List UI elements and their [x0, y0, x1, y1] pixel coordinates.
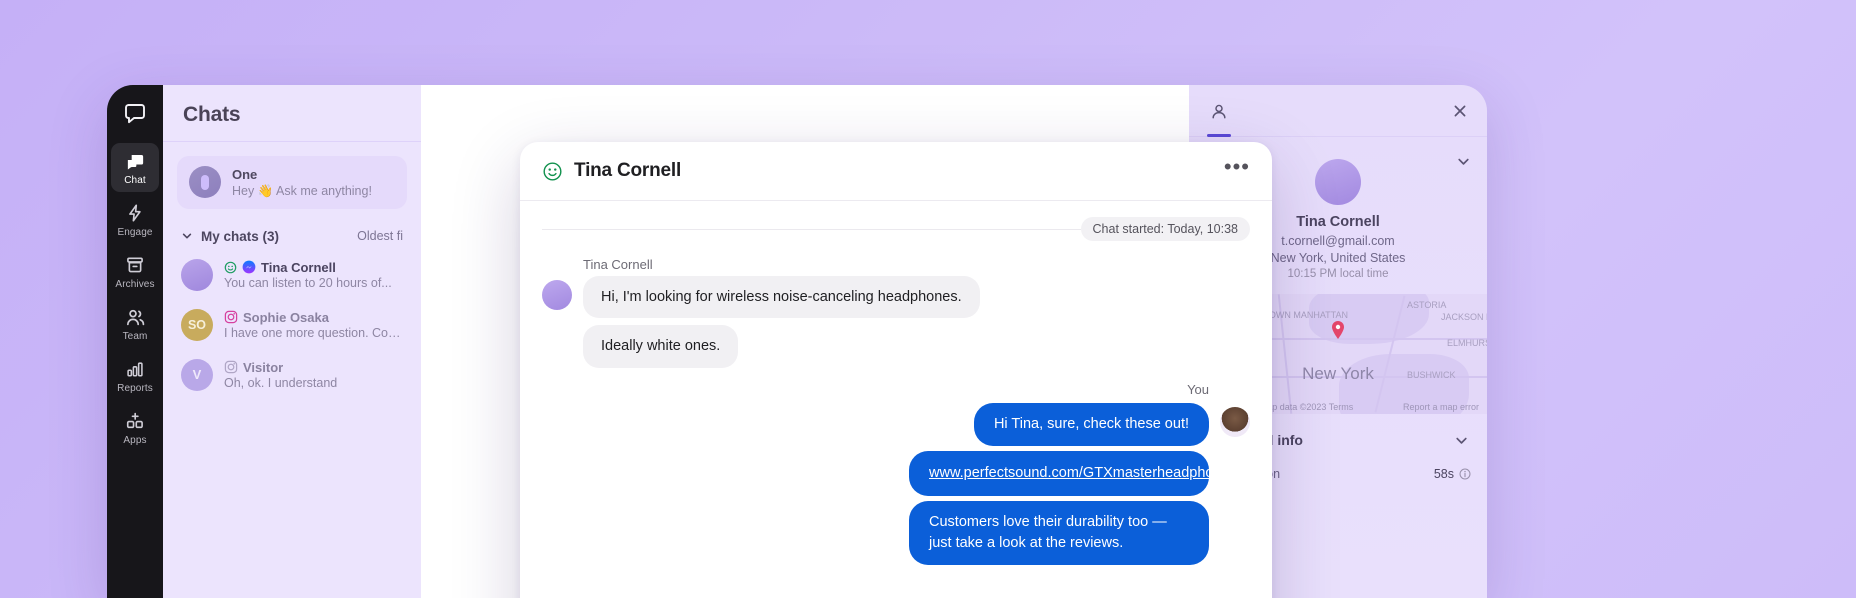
- bar-chart-icon: [124, 358, 146, 380]
- avatar: V: [181, 358, 213, 391]
- people-icon: [124, 306, 146, 328]
- app-window: Chat Engage Archives Team Reports Apps C…: [107, 85, 1487, 598]
- additional-info-chevron-down-icon[interactable]: [1451, 430, 1471, 450]
- sidebar-item-apps[interactable]: Apps: [111, 403, 159, 452]
- modal-message-list: Chat started: Today, 10:38 Tina Cornell …: [520, 200, 1272, 598]
- chat-list-item-visitor[interactable]: V Visitor Oh, ok. I understand: [163, 350, 421, 400]
- sort-selector[interactable]: Oldest fi: [357, 229, 403, 243]
- smiley-icon: [224, 261, 237, 274]
- sidebar-item-engage[interactable]: Engage: [111, 195, 159, 244]
- sidebar-item-label: Team: [122, 331, 148, 342]
- modal-header: Tina Cornell •••: [520, 142, 1272, 200]
- chat-list-item-preview: I have one more question. Could...: [224, 325, 403, 340]
- info-icon[interactable]: [1459, 468, 1471, 480]
- message-bubble: Customers love their durability too — ju…: [909, 500, 1209, 565]
- chat-list-item-name: Visitor: [243, 359, 284, 375]
- chat-list-item-preview: You can listen to 20 hours of...: [224, 275, 392, 290]
- chat-icon: [124, 150, 146, 172]
- chat-list-item-name: Sophie Osaka: [243, 309, 329, 325]
- message-row-outgoing: Hi Tina, sure, check these out!: [542, 402, 1250, 446]
- sidebar-item-label: Archives: [115, 279, 155, 290]
- chat-list-item-preview: Oh, ok. I understand: [224, 375, 338, 390]
- map-label: JACKSON HEIGHTS: [1441, 312, 1487, 322]
- bot-preview: Hey 👋 Ask me anything!: [232, 183, 372, 198]
- sidebar-item-label: Chat: [124, 175, 146, 186]
- sidebar-item-team[interactable]: Team: [111, 299, 159, 348]
- instagram-icon: [224, 310, 238, 324]
- close-icon[interactable]: [1449, 100, 1471, 122]
- my-chats-section-toggle[interactable]: My chats (3): [181, 229, 279, 244]
- chat-list-section-header: My chats (3) Oldest fi: [163, 209, 421, 250]
- sidebar-item-archives[interactable]: Archives: [111, 247, 159, 296]
- archive-icon: [124, 254, 146, 276]
- message-bubble-link[interactable]: www.perfectsound.com/GTXmasterheadphones: [909, 450, 1237, 496]
- avatar: [181, 258, 213, 291]
- avatar: [542, 280, 572, 310]
- message-row-outgoing: Customers love their durability too — ju…: [542, 500, 1250, 565]
- bot-name: One: [232, 167, 258, 182]
- chat-list-panel: Chats One Hey 👋 Ask me anything! My chat…: [163, 85, 421, 598]
- chat-bubble-logo-icon[interactable]: [118, 97, 152, 131]
- primary-navigation-rail: Chat Engage Archives Team Reports Apps: [107, 85, 163, 598]
- modal-title: Tina Cornell: [574, 160, 682, 181]
- product-link[interactable]: www.perfectsound.com/GTXmasterheadphones: [929, 465, 1237, 481]
- detail-field-value: 58s: [1433, 467, 1454, 481]
- message-bubble: Hi Tina, sure, check these out!: [973, 402, 1209, 446]
- conversation-modal: Tina Cornell ••• Chat started: Today, 10…: [520, 142, 1272, 598]
- apps-grid-icon: [124, 410, 146, 432]
- message-bubble: Hi, I'm looking for wireless noise-cance…: [583, 276, 980, 319]
- more-options-icon[interactable]: •••: [1224, 156, 1250, 186]
- chevron-down-icon: [181, 230, 193, 242]
- sidebar-item-reports[interactable]: Reports: [111, 351, 159, 400]
- map-label: ELMHURST: [1447, 338, 1487, 348]
- chat-list-item-name: Tina Cornell: [261, 259, 336, 275]
- sidebar-item-chat[interactable]: Chat: [111, 143, 159, 192]
- map-pin-icon: [1331, 321, 1345, 339]
- map-attribution: Map data ©2023 Terms: [1259, 402, 1354, 412]
- chat-list-item-sophie-osaka[interactable]: SO Sophie Osaka I have one more question…: [163, 300, 421, 350]
- bot-assistant-row[interactable]: One Hey 👋 Ask me anything!: [177, 156, 407, 209]
- message-sender-label: You: [1187, 381, 1209, 397]
- message-row-incoming: Hi, I'm looking for wireless noise-cance…: [542, 276, 1250, 319]
- map-label: ASTORIA: [1407, 300, 1447, 310]
- avatar: SO: [181, 308, 213, 341]
- message-row-incoming: Ideally white ones.: [583, 325, 1250, 368]
- chat-started-divider: Chat started: Today, 10:38: [542, 201, 1250, 251]
- smiley-icon: [542, 161, 563, 182]
- message-sender-label: Tina Cornell: [583, 257, 653, 272]
- my-chats-label: My chats (3): [201, 228, 280, 244]
- map-city-label: New York: [1302, 363, 1374, 383]
- messenger-icon: [242, 260, 256, 274]
- map-report-error-link[interactable]: Report a map error: [1403, 402, 1479, 412]
- map-label: BUSHWICK: [1407, 370, 1456, 380]
- screen-background: Chat Engage Archives Team Reports Apps C…: [0, 0, 1856, 598]
- sidebar-item-label: Reports: [117, 383, 153, 394]
- message-bubble: Ideally white ones.: [583, 325, 739, 368]
- avatar: [1315, 159, 1361, 205]
- instagram-icon: [224, 360, 238, 374]
- collapse-profile-chevron-down-icon[interactable]: [1453, 151, 1473, 171]
- sidebar-item-label: Apps: [123, 435, 147, 446]
- message-row-outgoing: www.perfectsound.com/GTXmasterheadphones: [542, 450, 1250, 496]
- bot-avatar-icon: [189, 166, 221, 199]
- bolt-icon: [124, 202, 146, 224]
- details-toolbar: [1189, 85, 1487, 137]
- chat-started-label: Chat started: Today, 10:38: [1080, 217, 1250, 241]
- page-title: Chats: [183, 103, 241, 126]
- chat-list-header: Chats: [163, 85, 421, 142]
- avatar: [1220, 406, 1250, 437]
- chat-list-item-tina-cornell[interactable]: Tina Cornell You can listen to 20 hours …: [163, 250, 421, 300]
- customer-profile-icon[interactable]: [1205, 97, 1233, 137]
- sidebar-item-label: Engage: [117, 227, 153, 238]
